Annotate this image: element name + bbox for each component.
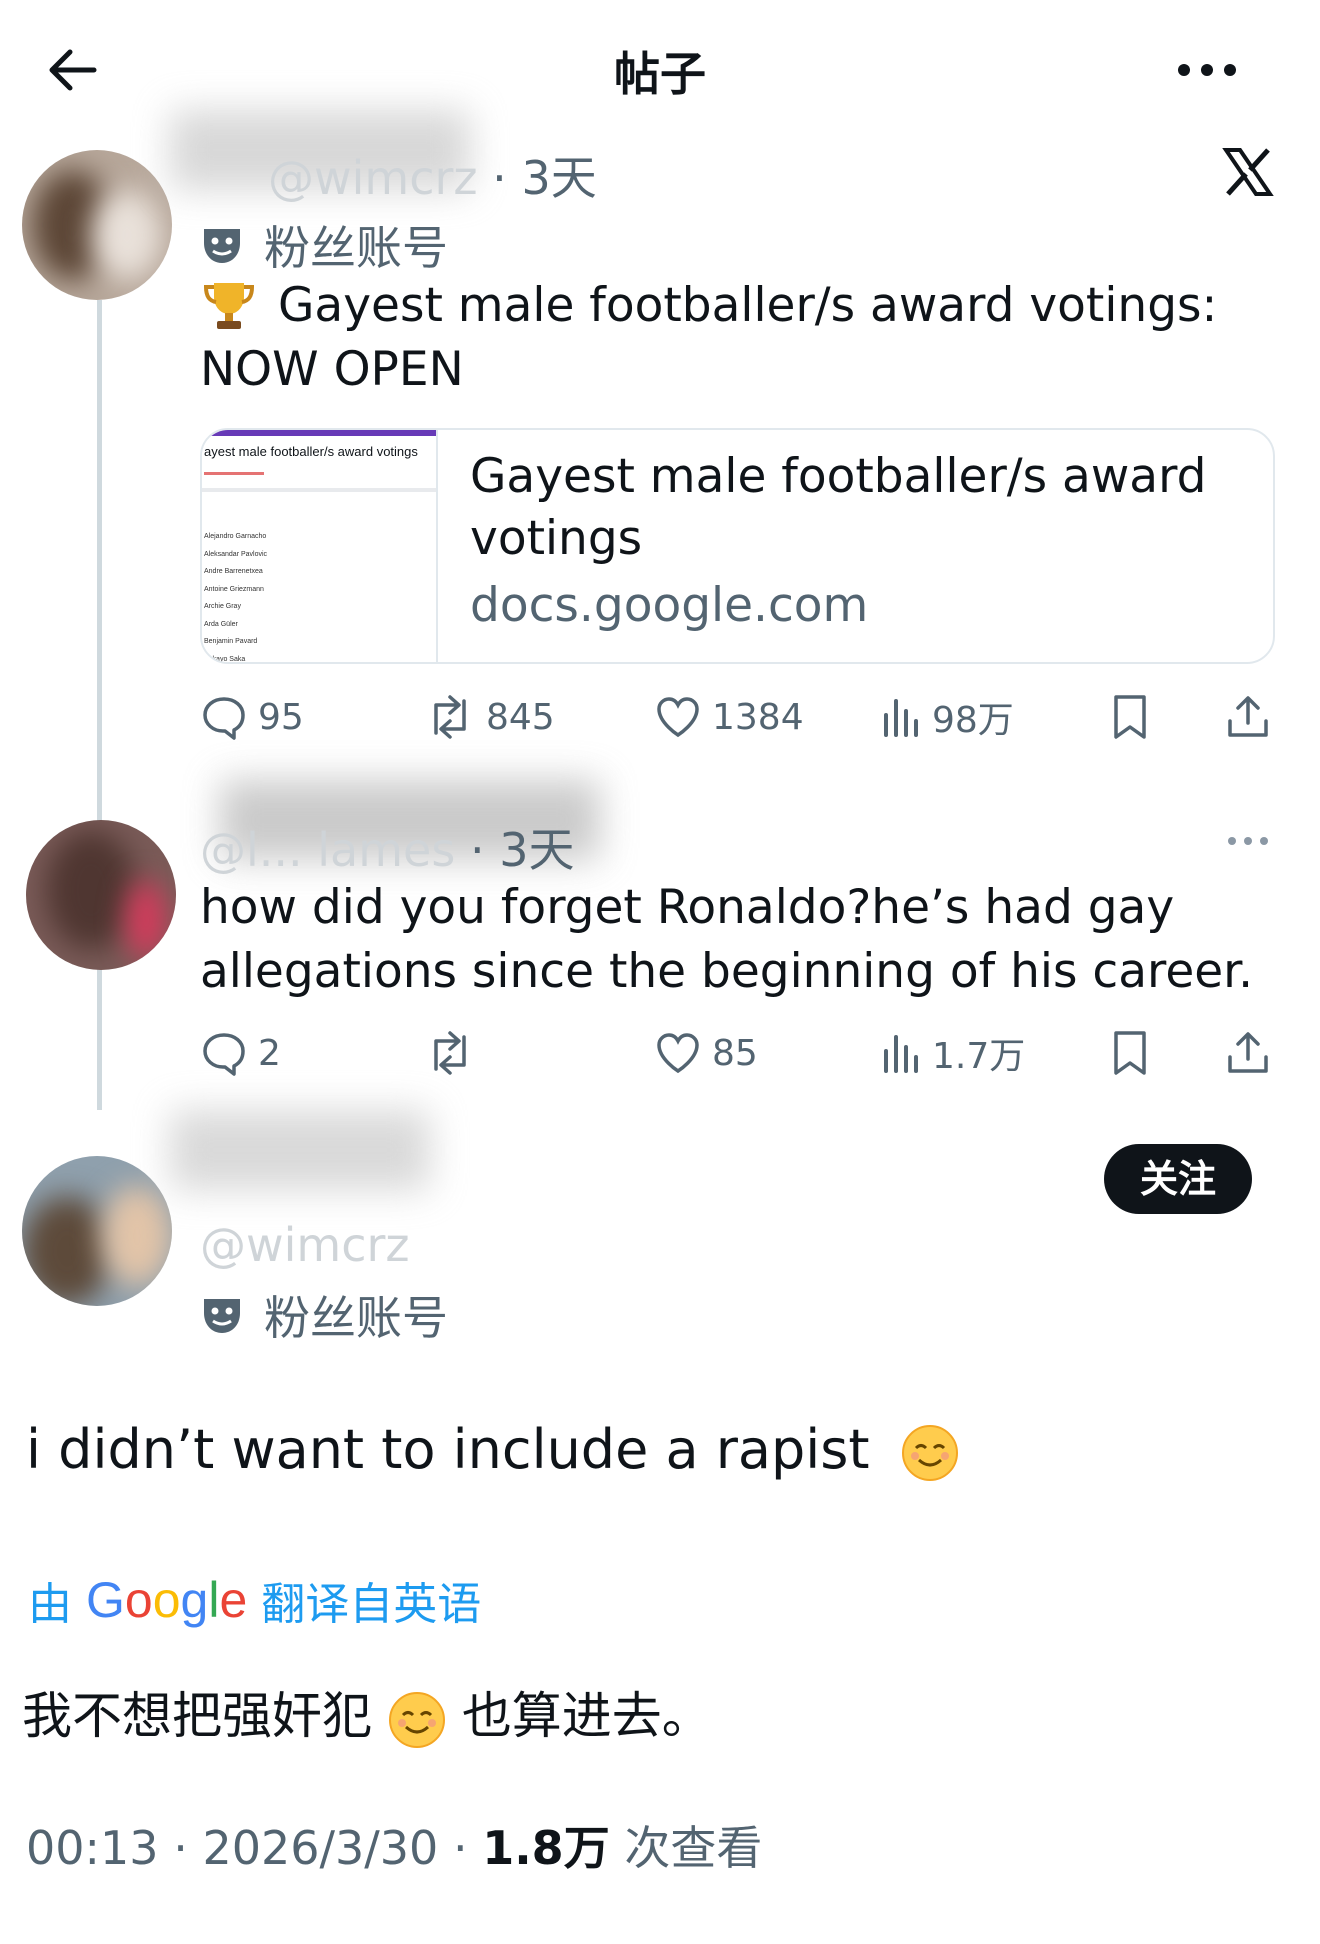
reply-text-line2: allegations since the beginning of his c… [200,944,1254,999]
bookmark-button[interactable] [1108,1028,1152,1078]
post-time: 3天 [521,151,597,205]
thumbnail-name-item: Andre Barrenetxea [204,568,263,575]
post-time: 3天 [499,823,575,877]
avatar[interactable] [22,1156,172,1306]
translate-attribution[interactable]: 由 Google 翻译自英语 [28,1568,481,1632]
share-button[interactable] [1224,692,1272,742]
mask-icon [200,223,244,267]
thumbnail-name-item: Archie Gray [204,603,241,610]
thumbnail-name-item: Benjamin Pavard [204,638,258,645]
link-card-thumbnail: ayest male footballer/s award votings Al… [202,430,438,663]
thumbnail-name-item: Alejandro Garnacho [204,533,267,540]
thumbnail-name-list: Alejandro Garnacho Aleksandar Pavlovic And… [204,528,268,663]
main-post-text-content: i didn’t want to include a rapist [26,1418,870,1481]
heart-icon [657,697,699,738]
redacted-name-blur [170,1110,430,1190]
view-count: 1.7万 [932,1036,1026,1077]
link-card-title-line2: votings [470,511,643,566]
translated-text-part1: 我不想把强奸犯 [22,1687,372,1745]
post-time: 00:13 [26,1821,159,1875]
more-options-icon[interactable] [1224,826,1272,856]
repost-icon [434,695,466,739]
post-header: @l... lames · 3天 [200,814,574,880]
link-card[interactable]: ayest male footballer/s award votings Al… [200,428,1275,664]
smiling-face-icon [901,1424,959,1482]
post-text-line2: NOW OPEN [200,342,464,397]
reply-icon [203,1033,245,1076]
views-label: 次查看 [624,1821,763,1875]
page-title: 帖子 [614,47,706,101]
user-handle[interactable]: @wimcrz [200,1218,410,1272]
user-handle[interactable]: @l... lames [200,823,455,877]
time-separator: · [455,823,500,877]
x-logo-icon[interactable] [1222,146,1274,198]
share-icon [1228,1032,1268,1073]
like-button[interactable]: 85 [654,1028,758,1078]
translated-text-part2: 也算进去。 [461,1687,712,1745]
fan-account-badge: 粉丝账号 [200,212,448,278]
follow-button[interactable]: 关注 [1104,1144,1252,1214]
time-separator: · [477,151,522,205]
like-count: 1384 [712,696,804,738]
smiling-face-icon [388,1691,446,1749]
link-card-domain: docs.google.com [470,578,869,633]
analytics-icon [884,1035,918,1073]
avatar[interactable] [26,820,176,970]
reply-button[interactable]: 95 [200,692,304,742]
post-metadata: 00:13 · 2026/3/30 · 1.8万 次查看 [26,1821,763,1875]
link-card-title: Gayest male footballer/s award votings [470,446,1250,570]
like-count: 85 [712,1032,758,1074]
reply-text: how did you forget Ronaldo?he’s had gay … [200,876,1300,1004]
reply-count: 95 [258,696,304,738]
like-button[interactable]: 1384 [654,692,804,742]
views-button[interactable]: 1.7万 [880,1028,1025,1078]
repost-count: 845 [486,696,555,738]
views-button[interactable]: 98万 [880,692,1014,742]
view-count: 1.8万 [482,1821,610,1875]
more-options-icon[interactable] [1172,42,1242,98]
heart-icon [657,1033,699,1074]
post-text: Gayest male footballer/s award votings: … [200,274,1280,402]
share-icon [1228,696,1268,737]
mask-icon [200,1293,244,1337]
thumbnail-name-item: Aleksandar Pavlovic [204,550,268,558]
trophy-icon [200,277,258,335]
post-header: @wimcrz · 3天 [268,142,597,208]
thumbnail-title: ayest male footballer/s award votings [204,444,418,459]
fan-account-label: 粉丝账号 [264,1291,448,1345]
user-handle[interactable]: @wimcrz [268,151,478,205]
repost-button[interactable] [424,1028,486,1078]
bookmark-icon [1114,1031,1146,1075]
repost-icon [434,1031,466,1075]
reply-button[interactable]: 2 [200,1028,281,1078]
thumbnail-name-item: Bukayo Saka [204,655,246,663]
bookmark-icon [1114,695,1146,739]
repost-button[interactable]: 845 [424,692,555,742]
post-text-line1: Gayest male footballer/s award votings: [278,278,1218,333]
thread-connector-line [97,300,102,1110]
bookmark-button[interactable] [1108,692,1152,742]
main-post-text: i didn’t want to include a rapist [26,1418,959,1482]
reply-icon [203,697,245,740]
reply-text-line1: how did you forget Ronaldo?he’s had gay [200,880,1175,935]
translate-suffix: 翻译自英语 [261,1579,482,1630]
translate-prefix: 由 [28,1579,72,1630]
avatar[interactable] [22,150,172,300]
google-logo: Google [86,1572,248,1628]
link-card-title-line1: Gayest male footballer/s award [470,449,1207,504]
share-button[interactable] [1224,1028,1272,1078]
view-count: 98万 [932,700,1014,741]
translated-text: 我不想把强奸犯 也算进去。 [22,1676,712,1749]
post-date: 2026/3/30 [202,1821,439,1875]
thumbnail-name-item: Antoine Griezmann [204,585,264,593]
fan-account-label: 粉丝账号 [264,221,448,275]
reply-count: 2 [258,1032,281,1074]
thumbnail-name-item: Arda Güler [204,620,238,628]
fan-account-badge: 粉丝账号 [200,1282,448,1348]
analytics-icon [884,699,918,737]
